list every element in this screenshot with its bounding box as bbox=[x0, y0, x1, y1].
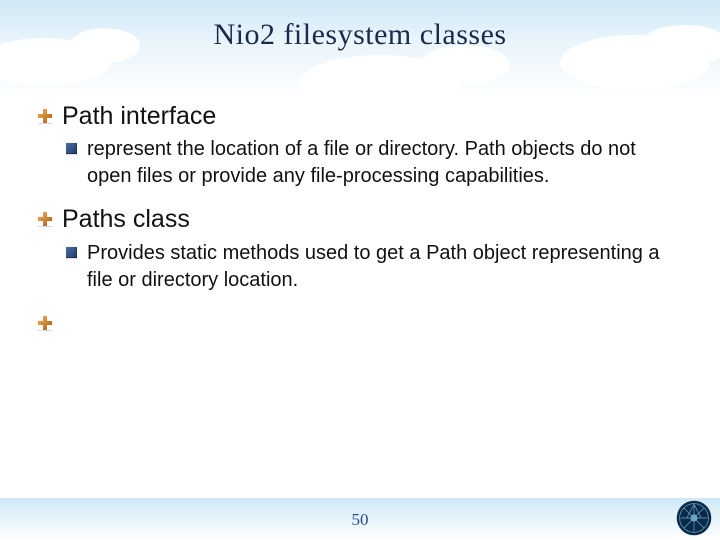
list-subitem: represent the location of a file or dire… bbox=[66, 136, 682, 190]
list-item-label: Paths class bbox=[62, 204, 190, 235]
list-subitem-text: represent the location of a file or dire… bbox=[87, 136, 682, 190]
plus-icon bbox=[38, 316, 52, 330]
square-icon bbox=[66, 247, 77, 258]
slide-content: Path interface represent the location of… bbox=[38, 95, 682, 334]
list-item bbox=[38, 308, 682, 330]
list-subitem-text: Provides static methods used to get a Pa… bbox=[87, 240, 682, 294]
list-item: Paths class bbox=[38, 204, 682, 235]
list-subitem: Provides static methods used to get a Pa… bbox=[66, 240, 682, 294]
list-item: Path interface bbox=[38, 101, 682, 132]
square-icon bbox=[66, 143, 77, 154]
list-item-label: Path interface bbox=[62, 101, 216, 132]
university-seal-icon bbox=[676, 500, 712, 536]
page-number: 50 bbox=[0, 510, 720, 530]
slide-title: Nio2 filesystem classes bbox=[0, 18, 720, 52]
plus-icon bbox=[38, 109, 52, 123]
plus-icon bbox=[38, 212, 52, 226]
